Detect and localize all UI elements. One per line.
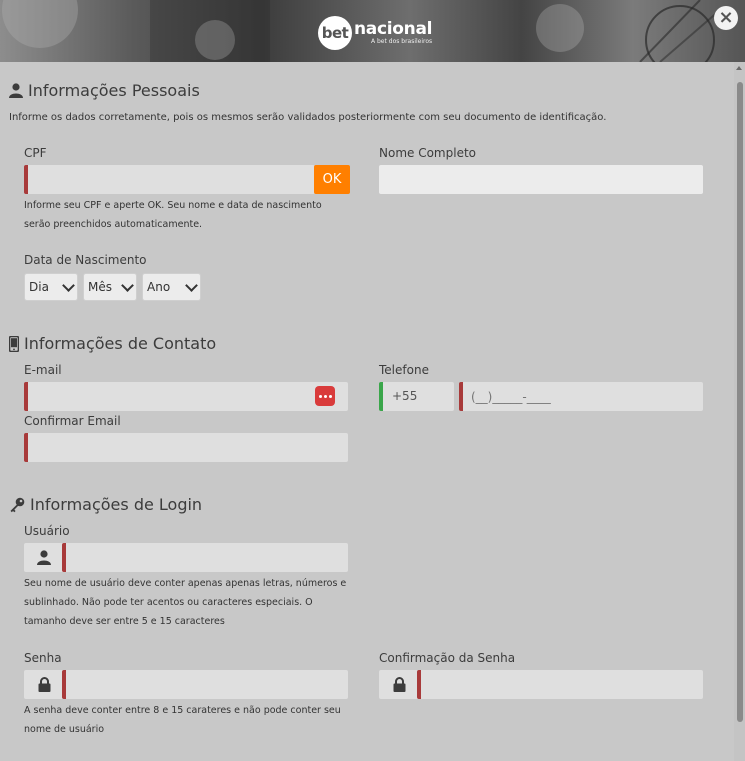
password-label: Senha (24, 651, 62, 665)
birth-month-value: Mês (88, 280, 112, 294)
scroll-up-arrow-icon[interactable] (736, 66, 742, 70)
password-help: A senha deve conter entre 8 e 15 carater… (24, 705, 341, 735)
full-name-input[interactable] (379, 165, 703, 194)
header-banner: bet nacional A bet dos brasileiros (0, 0, 745, 62)
birth-date-label: Data de Nascimento (24, 253, 147, 267)
cpf-label: CPF (24, 146, 47, 160)
email-input[interactable] (24, 382, 348, 411)
user-icon (26, 543, 62, 572)
chevron-down-icon (62, 278, 75, 292)
birth-year-value: Ano (147, 280, 171, 294)
mobile-phone-icon (9, 335, 19, 352)
phone-label: Telefone (379, 363, 429, 377)
section-title-login-label: Informações de Login (30, 495, 203, 514)
chevron-down-icon (121, 278, 134, 292)
password-manager-icon[interactable] (315, 386, 335, 406)
phone-country-code-value: +55 (392, 389, 418, 403)
birth-day-select[interactable]: Dia (24, 273, 78, 301)
cpf-input[interactable] (24, 165, 315, 194)
user-icon (9, 83, 23, 98)
confirm-email-input[interactable] (24, 433, 348, 462)
section-title-contact: Informações de Contato (9, 334, 216, 353)
username-help: Seu nome de usuário deve conter apenas a… (24, 578, 347, 627)
confirm-email-label: Confirmar Email (24, 414, 121, 428)
logo-bet-circle: bet (318, 16, 352, 50)
personal-intro: Informe os dados corretamente, pois os m… (9, 112, 607, 123)
section-title-personal-label: Informações Pessoais (28, 81, 200, 100)
birth-month-select[interactable]: Mês (83, 273, 137, 301)
birth-year-select[interactable]: Ano (142, 273, 201, 301)
full-name-label: Nome Completo (379, 146, 476, 160)
chevron-down-icon (185, 278, 198, 292)
phone-input[interactable] (459, 382, 703, 411)
lock-icon (381, 670, 417, 699)
email-label: E-mail (24, 363, 62, 377)
confirm-password-label: Confirmação da Senha (379, 651, 516, 665)
password-input[interactable] (62, 670, 348, 699)
logo-tagline: A bet dos brasileiros (370, 38, 433, 45)
section-title-contact-label: Informações de Contato (24, 334, 217, 353)
betnacional-logo: bet nacional A bet dos brasileiros (318, 16, 432, 50)
confirm-password-input[interactable] (417, 670, 703, 699)
key-icon (10, 497, 25, 512)
cpf-ok-button[interactable]: OK (314, 165, 350, 194)
logo-name: nacional (354, 19, 433, 39)
username-input[interactable] (62, 543, 348, 572)
section-title-personal: Informações Pessoais (9, 81, 200, 100)
cpf-help: Informe seu CPF e aperte OK. Seu nome e … (24, 200, 322, 230)
lock-icon (26, 670, 62, 699)
section-title-login: Informações de Login (9, 495, 202, 514)
birth-day-value: Dia (29, 280, 49, 294)
close-button[interactable]: × (714, 6, 738, 30)
username-label: Usuário (24, 524, 70, 538)
scrollbar-thumb[interactable] (737, 82, 743, 722)
